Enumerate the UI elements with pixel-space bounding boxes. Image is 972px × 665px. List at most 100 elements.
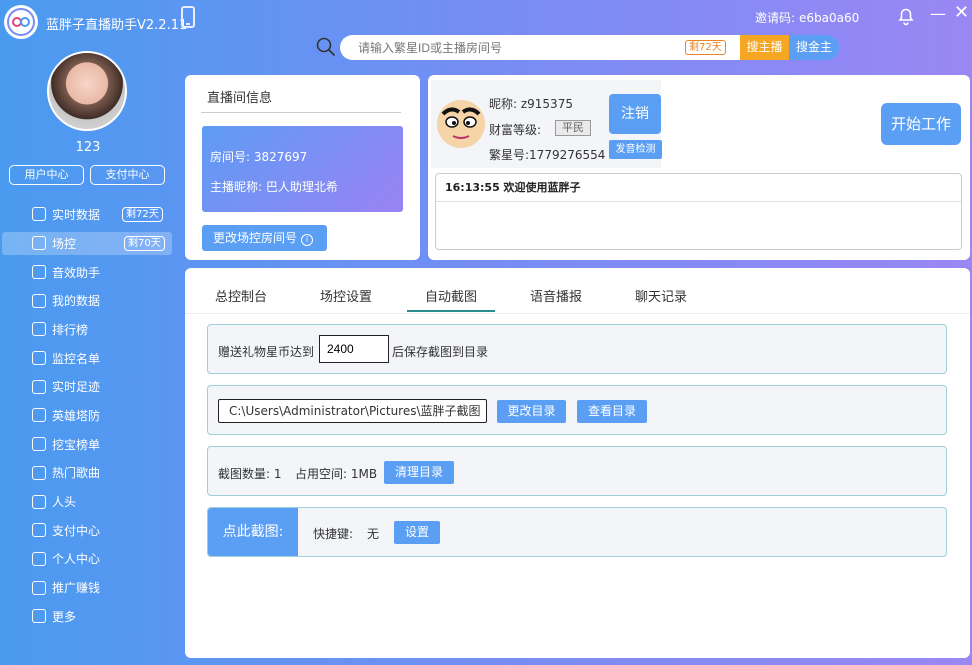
change-directory-button[interactable]: 更改目录 (497, 400, 566, 423)
wealth-level-badge: 平民 (555, 120, 591, 136)
sidebar-item-label: 场控 (52, 236, 77, 251)
user-nickname: 昵称: z915375 (489, 97, 573, 111)
tab-console[interactable]: 总控制台 (215, 286, 267, 305)
sidebar-item[interactable]: 人头 (0, 487, 176, 516)
gear-icon (32, 551, 46, 566)
speech-test-button[interactable]: 发音检测 (609, 140, 662, 159)
gamepad-icon (32, 408, 46, 423)
capture-row: 点此截图: 快捷键: 无 设置 (207, 507, 947, 557)
wealth-level-label: 财富等级: (489, 123, 542, 137)
change-room-label: 更改场控房间号 (213, 231, 298, 245)
gift-threshold-suffix: 后保存截图到目录 (392, 345, 489, 359)
sidebar-item[interactable]: 挖宝榜单 (0, 430, 176, 459)
tab-chat-log[interactable]: 聊天记录 (635, 286, 687, 305)
sidebar-item-label: 我的数据 (52, 294, 101, 309)
remaining-days-badge: 剩70天 (124, 235, 165, 251)
search-patron-button[interactable]: 搜金主 (789, 35, 839, 60)
close-button[interactable]: ✕ (954, 2, 969, 23)
tab-bar: 总控制台 场控设置 自动截图 语音播报 聊天记录 (185, 268, 970, 314)
search-icon[interactable] (316, 37, 336, 57)
sidebar-item-label: 人头 (52, 495, 77, 510)
user-panel: 昵称: z915375 财富等级: 平民 繁星号:1779276554 注销 发… (428, 75, 970, 260)
sidebar-item[interactable]: 实时足迹 (0, 372, 176, 401)
room-info-card: 房间号: 3827697 主播昵称: 巴人助理北希 (202, 126, 403, 212)
sidebar-item[interactable]: 英雄塔防 (0, 401, 176, 430)
avatar[interactable] (47, 51, 127, 131)
start-work-button[interactable]: 开始工作 (881, 103, 961, 145)
sidebar-item-label: 英雄塔防 (52, 408, 101, 423)
username: 123 (75, 140, 101, 155)
footprint-icon (32, 379, 46, 394)
remaining-days-badge: 剩72天 (122, 206, 163, 222)
pay-center-button[interactable]: 支付中心 (90, 165, 165, 185)
logout-button[interactable]: 注销 (609, 94, 661, 134)
invite-code-label: 邀请码: (755, 11, 796, 25)
set-hotkey-button[interactable]: 设置 (394, 521, 440, 544)
save-path-field[interactable]: C:\Users\Administrator\Pictures\蓝胖子截图 (218, 399, 487, 423)
sidebar-item-label: 挖宝榜单 (52, 437, 101, 452)
sidebar-item-label: 排行榜 (52, 322, 89, 337)
search-host-button[interactable]: 搜主播 (740, 35, 789, 60)
sidebar-item-label: 音效助手 (52, 265, 101, 280)
minimize-button[interactable]: — (930, 4, 946, 23)
sidebar-item-label: 监控名单 (52, 351, 101, 366)
user-avatar-icon (437, 100, 485, 148)
save-path-row: C:\Users\Administrator\Pictures\蓝胖子截图 更改… (207, 385, 947, 435)
sidebar-item[interactable]: 场控 剩70天 (2, 231, 172, 255)
room-info-title: 直播间信息 (207, 91, 273, 106)
search-input[interactable] (358, 35, 678, 60)
app-title: 蓝胖子直播助手V2.2.11 (46, 18, 188, 33)
sidebar-nav: 实时数据 剩72天场控 剩70天音效助手我的数据排行榜监控名单实时足迹英雄塔防挖宝榜… (0, 200, 176, 631)
gift-threshold-input[interactable] (319, 335, 389, 363)
sidebar-item[interactable]: 热门歌曲 (0, 459, 176, 488)
storage-row: 截图数量: 1 占用空间: 1MB 清理目录 (207, 446, 947, 496)
tab-control-settings[interactable]: 场控设置 (320, 286, 372, 305)
gift-threshold-label: 赠送礼物星币达到 (218, 345, 315, 359)
room-info-panel: 直播间信息 房间号: 3827697 主播昵称: 巴人助理北希 更改场控房间号 i (185, 75, 420, 260)
sidebar-item[interactable]: 排行榜 (0, 315, 176, 344)
invite-code-value: e6ba0a60 (799, 11, 860, 25)
share-icon (32, 580, 46, 595)
sidebar-item-label: 实时数据 (52, 207, 101, 222)
sidebar-item-label: 个人中心 (52, 552, 101, 567)
fanxing-id: 繁星号:1779276554 (489, 148, 606, 162)
divider (436, 201, 961, 202)
change-room-button[interactable]: 更改场控房间号 i (202, 225, 327, 251)
divider (201, 112, 401, 113)
tab-voice-broadcast[interactable]: 语音播报 (530, 286, 582, 305)
gift-icon (32, 494, 46, 509)
tab-auto-screenshot[interactable]: 自动截图 (406, 286, 496, 312)
sidebar-item[interactable]: 监控名单 (0, 344, 176, 373)
sidebar-item[interactable]: 个人中心 (0, 545, 176, 574)
sidebar-item-label: 热门歌曲 (52, 466, 101, 481)
remaining-days-badge: 剩72天 (685, 40, 726, 55)
room-number: 房间号: 3827697 (210, 150, 308, 164)
mobile-phone-icon[interactable] (181, 6, 195, 28)
sidebar-item[interactable]: 我的数据 (0, 286, 176, 315)
sidebar-item-label: 推广赚钱 (52, 581, 101, 596)
sidebar-item[interactable]: 实时数据 剩72天 (0, 200, 176, 229)
log-box[interactable]: 16:13:55 欢迎使用蓝胖子 (435, 173, 962, 250)
sidebar-item[interactable]: 推广赚钱 (0, 573, 176, 602)
info-icon: i (301, 234, 314, 246)
sidebar-item[interactable]: 支付中心 (0, 516, 176, 545)
wallet-icon (32, 523, 46, 538)
sidebar-item[interactable]: 音效助手 (0, 258, 176, 287)
sidebar-item-label: 更多 (52, 609, 77, 624)
hotkey-label: 快捷键: (313, 527, 354, 541)
space-used: 占用空间: 1MB (295, 467, 378, 481)
click-capture-button[interactable]: 点此截图: (208, 508, 298, 556)
main-panel: 总控制台 场控设置 自动截图 语音播报 聊天记录 赠送礼物星币达到 后保存截图到… (185, 268, 970, 658)
sidebar-item[interactable]: 更多 (0, 602, 176, 631)
app-logo (4, 5, 38, 39)
microphone-icon (32, 293, 46, 308)
view-directory-button[interactable]: 查看目录 (577, 400, 647, 423)
user-center-button[interactable]: 用户中心 (9, 165, 84, 185)
clean-directory-button[interactable]: 清理目录 (384, 461, 454, 484)
music-note-icon (32, 465, 46, 480)
bell-icon[interactable] (896, 6, 916, 26)
sound-effect-icon (32, 265, 46, 280)
sidebar-item-label: 支付中心 (52, 523, 101, 538)
gift-threshold-row: 赠送礼物星币达到 后保存截图到目录 (207, 324, 947, 374)
sort-icon (32, 322, 46, 337)
